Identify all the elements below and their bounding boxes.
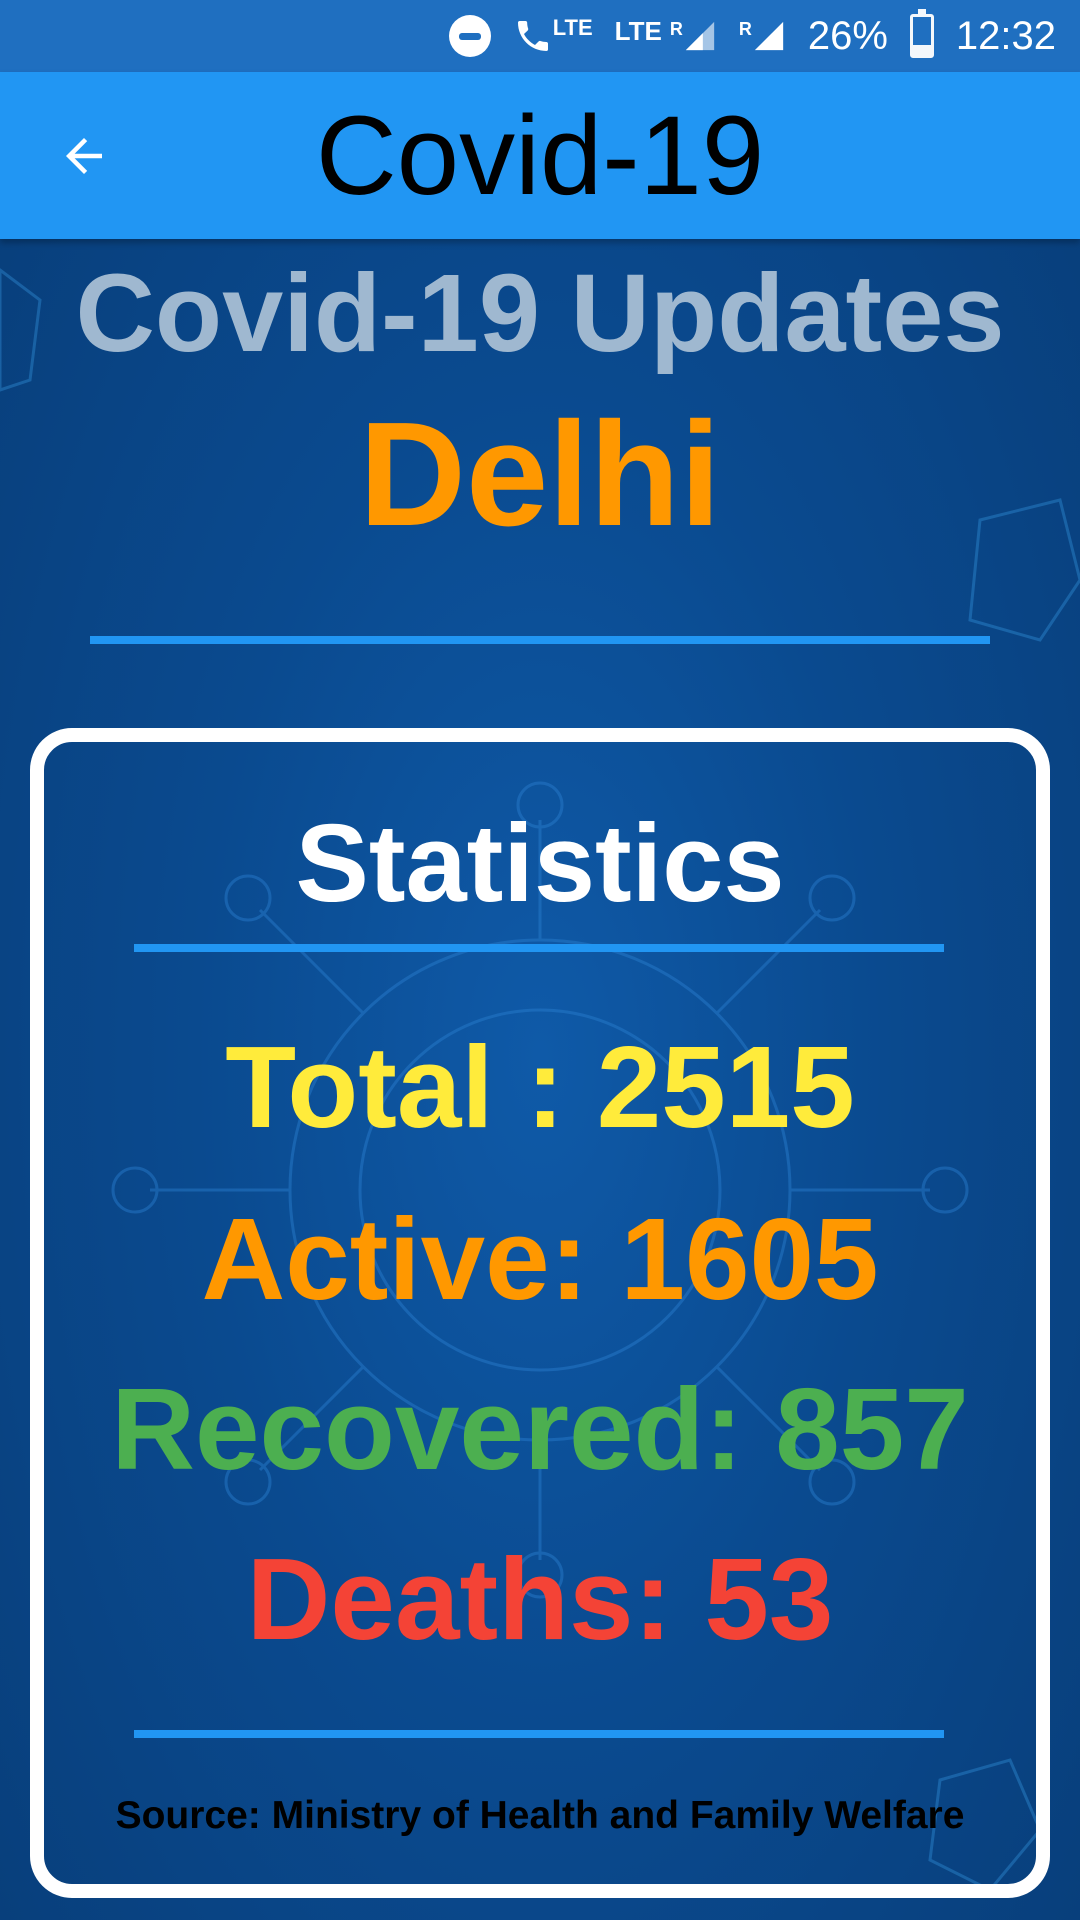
total-count: Total : 2515: [225, 1022, 855, 1152]
do-not-disturb-icon: [448, 15, 491, 57]
clock: 12:32: [955, 13, 1056, 58]
app-title: Covid-19: [315, 93, 765, 218]
phone-icon: [517, 21, 548, 51]
deaths-count: Deaths: 53: [246, 1534, 834, 1664]
signal-indicator-2: R: [739, 19, 786, 53]
battery-percent: 26%: [807, 13, 888, 58]
source-note: Source: Ministry of Health and Family We…: [115, 1794, 965, 1837]
lte-label: LTE: [614, 16, 662, 46]
volte-call-icon: LTE: [513, 16, 593, 56]
statistics-divider-bottom: [134, 1730, 944, 1738]
divider: [90, 636, 990, 644]
battery-icon: [909, 9, 934, 58]
region-heading: Delhi: [359, 392, 721, 557]
signal-icon-2: [754, 21, 783, 51]
arrow-left-icon: [66, 138, 102, 174]
roaming-label-2: R: [738, 19, 752, 39]
active-count: Active: 1605: [201, 1194, 879, 1324]
lte-indicator: LTE R: [614, 16, 717, 53]
signal-icon: [685, 21, 714, 51]
back-button[interactable]: [40, 112, 128, 200]
lte-call-label: LTE: [552, 15, 593, 40]
recovered-count: Recovered: 857: [111, 1364, 969, 1494]
statistics-divider-top: [134, 944, 944, 952]
roaming-label-1: R: [669, 19, 683, 39]
statistics-title: Statistics: [295, 802, 785, 925]
updates-heading: Covid-19 Updates: [75, 252, 1005, 375]
status-bar: LTE LTE R R 26% 12:32: [0, 0, 1080, 72]
statistics-card: Statistics Total : 2515 Active: 1605 Rec…: [30, 728, 1050, 1898]
app-bar: Covid-19: [0, 72, 1080, 239]
